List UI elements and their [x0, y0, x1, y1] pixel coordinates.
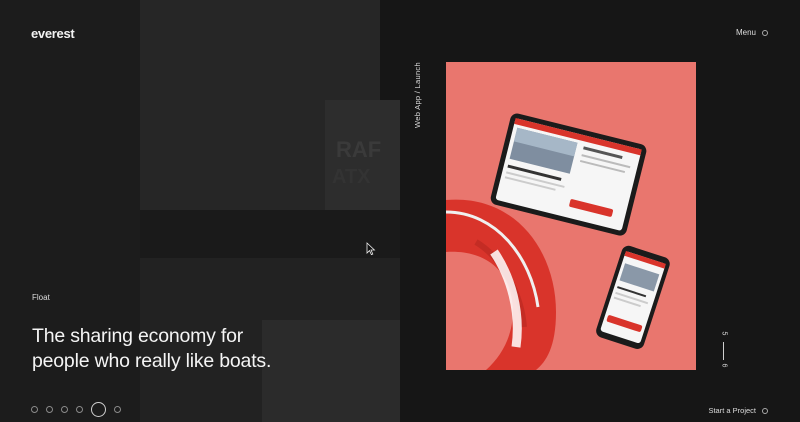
bg-dark-band [140, 210, 400, 258]
headline-line-2: people who really like boats. [32, 350, 272, 372]
svg-text:RAF: RAF [336, 137, 381, 162]
project-category: Web App / Launch [413, 62, 422, 128]
hero-illustration [446, 62, 696, 370]
menu-label: Menu [735, 28, 756, 37]
project-hero-image[interactable] [446, 62, 696, 370]
bg-faded-lettering: RAF ATX [332, 137, 381, 188]
slider-dot-4[interactable] [76, 406, 83, 413]
start-ring-icon [762, 407, 768, 414]
start-project-link[interactable]: Start a Project [708, 406, 768, 415]
slide-current: 5 [720, 331, 728, 336]
project-name: Float [32, 293, 50, 302]
slide-counter-line [723, 342, 724, 360]
slider-dot-5-active[interactable] [91, 402, 106, 417]
menu-button[interactable]: Menu [736, 28, 768, 37]
slide-counter: 5 6 [718, 330, 730, 372]
project-headline[interactable]: The sharing economy for people who reall… [32, 324, 362, 374]
mouse-cursor-icon [366, 242, 376, 256]
slide-total: 6 [720, 363, 728, 368]
headline-line-1: The sharing economy for [32, 325, 244, 347]
svg-text:ATX: ATX [332, 166, 371, 188]
start-project-label: Start a Project [708, 406, 756, 415]
slider-dot-2[interactable] [46, 406, 53, 413]
slider-dot-1[interactable] [31, 406, 38, 413]
everest-logo[interactable]: everest [31, 26, 75, 41]
slider-dots [31, 402, 121, 417]
slider-dot-6[interactable] [114, 406, 121, 413]
slider-dot-3[interactable] [61, 406, 68, 413]
menu-ring-icon [762, 29, 768, 36]
